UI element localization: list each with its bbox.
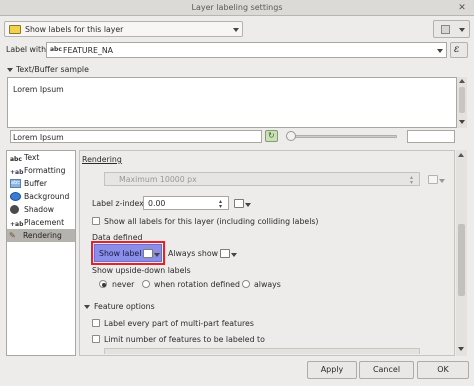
label-field-combo[interactable]: abc FEATURE_NA [46,42,447,58]
sidebar-item-label: Formatting [24,166,66,175]
chevron-down-icon [439,179,445,183]
radio-when-rotation[interactable] [142,280,150,288]
cancel-button[interactable]: Cancel [359,361,414,379]
always-show-label: Always show [168,249,218,258]
zindex-data-defined-button[interactable] [234,198,251,210]
text-icon: abc [10,156,22,163]
slider-track [289,135,397,138]
formatting-icon: +ab [10,169,24,176]
expression-icon: ε [454,44,460,55]
scroll-thumb[interactable] [459,87,465,113]
placement-icon: +ab [10,221,24,228]
show-all-labels-label: Show all labels for this layer (includin… [104,217,319,226]
sidebar-item-label: Shadow [24,205,54,214]
chevron-down-icon [437,49,443,53]
stepper-icon: ▴ ▾ [410,174,414,186]
title-bar: Layer labeling settings ✕ [0,0,474,16]
expression-button[interactable]: ε [450,42,468,58]
limit-number-field [104,348,420,354]
scroll-up-icon[interactable] [458,153,464,157]
label-mode-combo[interactable]: Show labels for this layer [4,21,243,37]
sidebar-item-shadow[interactable]: Shadow [8,203,74,216]
sample-preview: Lorem Ipsum [7,77,457,128]
chevron-down-icon [154,253,160,257]
upside-down-title: Show upside-down labels [92,266,191,275]
rendering-icon: ✎ [9,231,16,240]
close-icon[interactable]: ✕ [456,2,468,14]
radio-never-label: never [112,280,135,289]
data-defined-icon [428,175,438,184]
show-label-button[interactable]: Show label [94,244,162,262]
sidebar-item-label: Buffer [24,179,48,188]
zoom-slider[interactable] [283,130,403,142]
collapse-arrow-icon[interactable] [7,68,13,72]
data-defined-icon [220,249,230,258]
data-defined-icon [143,249,153,258]
sidebar-item-label: Text [24,153,40,162]
ok-button[interactable]: OK [417,361,469,379]
max-size-data-defined-button[interactable] [428,174,445,186]
zindex-value: 0.00 [148,199,166,208]
reset-sample-button[interactable]: ↻ [265,130,278,142]
label-field-value: FEATURE_NA [63,46,114,55]
feature-options-title: Feature options [94,302,155,311]
background-color-swatch[interactable] [407,130,455,143]
sidebar-item-background[interactable]: Background [8,190,74,203]
slider-handle[interactable] [286,131,296,141]
radio-when-rotation-label: when rotation defined [154,280,240,289]
show-label-text: Show label [99,249,142,258]
field-type-icon: abc [50,46,62,53]
background-icon [10,192,21,201]
sidebar-item-buffer[interactable]: abc Buffer [8,177,74,190]
sidebar-item-placement[interactable]: +ab Placement [8,216,74,229]
sample-text-value: Lorem Ipsum [13,133,64,142]
scroll-down-icon[interactable] [459,120,465,124]
layer-style-button[interactable] [433,20,470,38]
label-mode-value: Show labels for this layer [25,25,124,34]
window-title: Layer labeling settings [191,3,283,12]
sidebar-item-text[interactable]: abc Text [8,151,74,164]
sidebar-item-label: Rendering [23,231,62,240]
labels-icon [9,25,21,34]
scroll-up-icon[interactable] [459,79,465,83]
max-size-field: Maximum 10000 px ▴ ▾ [104,172,420,186]
rendering-section-title: Rendering [82,155,122,164]
sidebar-item-label: Background [24,192,70,201]
chevron-down-icon [245,203,251,207]
scroll-thumb[interactable] [458,224,465,296]
show-all-labels-checkbox[interactable] [92,217,100,225]
scroll-down-icon[interactable] [458,347,464,351]
label-every-part-label: Label every part of multi-part features [104,319,254,328]
sidebar-item-rendering[interactable]: ✎ Rendering [7,229,75,242]
sidebar-item-formatting[interactable]: +ab Formatting [8,164,74,177]
label-with-label: Label with [6,45,47,54]
max-size-value: Maximum 10000 px [119,175,197,184]
label-every-part-checkbox[interactable] [92,319,100,327]
paste-icon [441,25,450,34]
data-defined-icon [234,199,244,208]
always-show-data-defined-button[interactable] [220,248,237,260]
radio-always[interactable] [242,280,250,288]
zindex-spinbox[interactable]: 0.00 ▴ ▾ [143,196,229,210]
stepper-icon[interactable]: ▴ ▾ [219,199,222,210]
preview-scrollbar[interactable] [457,77,467,128]
sample-text-input[interactable]: Lorem Ipsum [10,130,262,143]
collapse-arrow-icon[interactable] [84,305,90,309]
sample-section-title: Text/Buffer sample [16,65,89,74]
chevron-down-icon [231,253,237,257]
radio-always-label: always [254,280,281,289]
buffer-icon: abc [10,179,21,188]
radio-never[interactable] [99,280,107,288]
sidebar-item-label: Placement [24,218,65,227]
panel-scrollbar[interactable] [456,150,467,356]
limit-number-checkbox[interactable] [92,335,100,343]
zindex-label: Label z-index [92,199,144,208]
preview-text: Lorem Ipsum [13,85,64,94]
apply-button[interactable]: Apply [307,361,357,379]
chevron-down-icon [459,28,465,32]
chevron-down-icon [233,28,239,32]
shadow-icon [10,205,19,214]
refresh-icon: ↻ [268,131,275,140]
limit-number-label: Limit number of features to be labeled t… [104,335,265,344]
